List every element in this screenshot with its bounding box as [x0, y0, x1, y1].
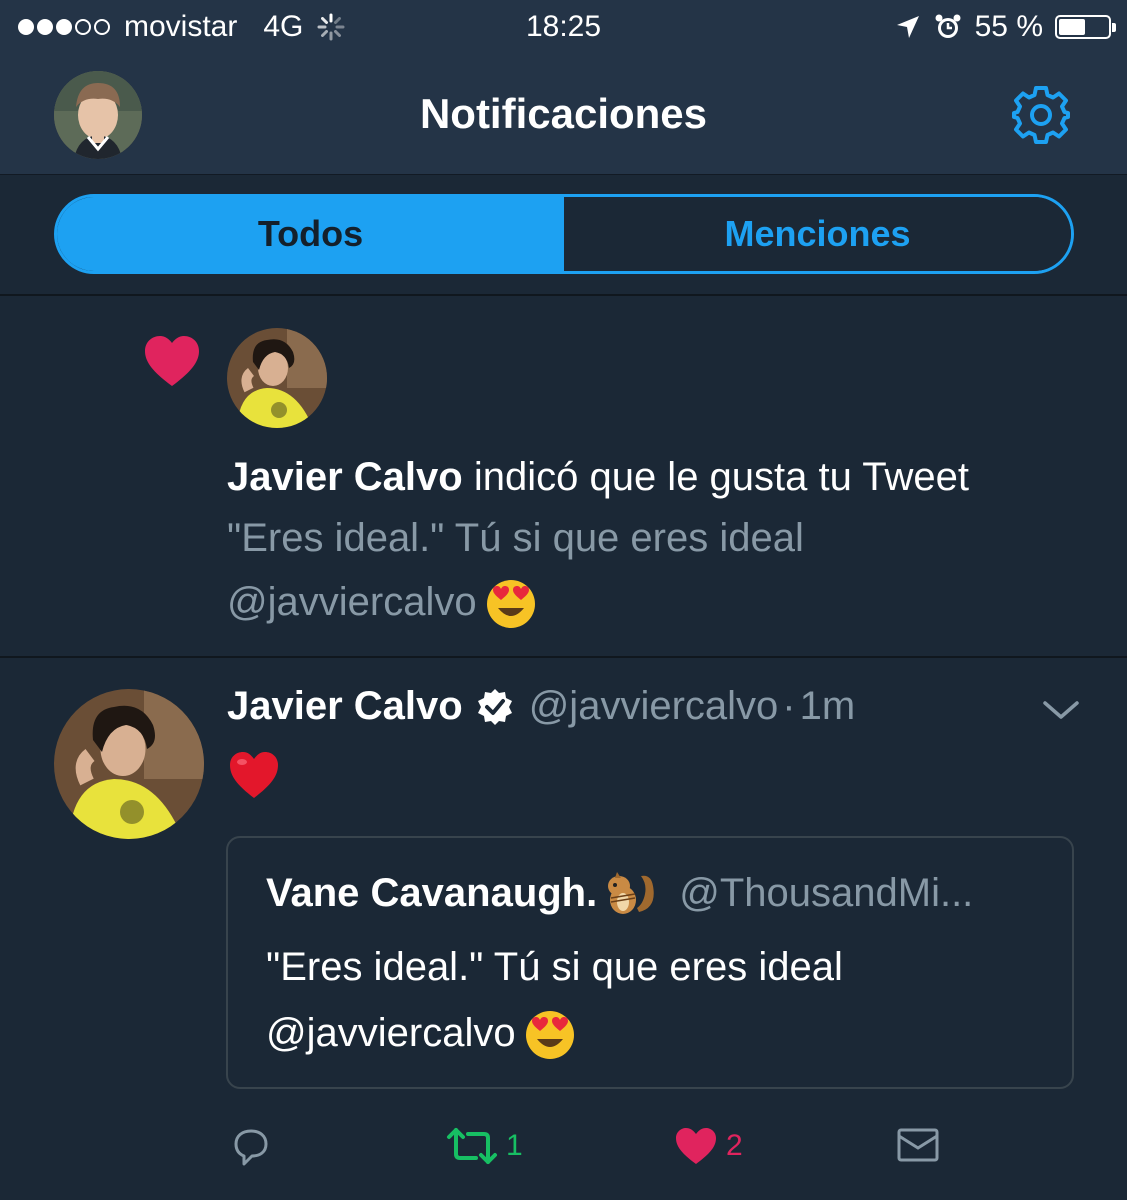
divider [0, 656, 1127, 658]
tab-menciones[interactable]: Menciones [564, 197, 1071, 271]
heart-eyes-emoji-icon [525, 1011, 574, 1060]
quoted-tweet-card[interactable]: Vane Cavanaugh. @ThousandMi... "Eres ide… [226, 836, 1074, 1089]
notification-quoted-text: "Eres ideal." Tú si que eres ideal [227, 516, 804, 560]
chevron-down-icon[interactable] [1042, 698, 1080, 722]
notification-quoted-tweet[interactable]: "Eres ideal." Tú si que eres ideal @javv… [227, 506, 1087, 634]
divider [0, 294, 1127, 296]
heart-eyes-emoji-icon [486, 580, 535, 629]
tweet-author-name[interactable]: Javier Calvo [227, 684, 463, 729]
quoted-mention: @javviercalvo [266, 1011, 516, 1055]
quoted-tweet-text: "Eres ideal." Tú si que eres ideal @javv… [266, 934, 1046, 1066]
notification-actor[interactable]: Javier Calvo [227, 455, 463, 499]
verified-badge-icon [477, 688, 512, 725]
direct-message-button[interactable] [896, 1126, 940, 1164]
heart-icon [676, 1128, 716, 1164]
tweet-separator: · [782, 684, 796, 728]
red-heart-emoji-icon [230, 752, 278, 798]
notification-tabs: Todos Menciones [54, 194, 1074, 274]
like-button[interactable]: 2 [674, 1126, 743, 1166]
notification-action: indicó que le gusta tu Tweet [473, 455, 969, 499]
status-bar: movistar 4G 18:25 55 % [0, 0, 1127, 56]
gear-icon[interactable] [1010, 84, 1072, 146]
tweet-action-bar: 1 2 [0, 1110, 1127, 1180]
notification-text: Javier Calvo indicó que le gusta tu Twee… [227, 446, 1107, 508]
chipmunk-emoji-icon [608, 872, 654, 914]
notification-quoted-mention: @javviercalvo [227, 580, 477, 624]
tweet-header: Javier Calvo @javviercalvo · 1m [227, 684, 855, 729]
tweet-timestamp: 1m [799, 684, 856, 728]
retweet-icon [447, 1128, 497, 1164]
tab-todos[interactable]: Todos [57, 197, 564, 271]
battery-icon [1055, 15, 1116, 39]
quoted-text-line: "Eres ideal." Tú si que eres ideal [266, 945, 843, 989]
alarm-icon [935, 14, 961, 38]
reply-icon [234, 1129, 268, 1166]
like-count: 2 [726, 1129, 743, 1162]
tweet-author-handle[interactable]: @javviercalvo [529, 684, 779, 729]
quoted-author-name: Vane Cavanaugh. [266, 870, 598, 915]
quoted-author-handle: @ThousandMi... [679, 870, 974, 915]
retweet-button[interactable]: 1 [446, 1126, 523, 1166]
envelope-icon [897, 1128, 939, 1162]
tweet-author-avatar[interactable] [54, 689, 204, 839]
notification-avatar[interactable] [227, 328, 327, 428]
navigation-bar: Notificaciones [0, 56, 1127, 175]
battery-percentage: 55 % [974, 10, 1043, 43]
reply-button[interactable] [230, 1126, 272, 1168]
retweet-count: 1 [506, 1129, 523, 1162]
location-arrow-icon [896, 16, 919, 38]
page-title: Notificaciones [419, 90, 708, 137]
heart-icon [145, 336, 199, 386]
